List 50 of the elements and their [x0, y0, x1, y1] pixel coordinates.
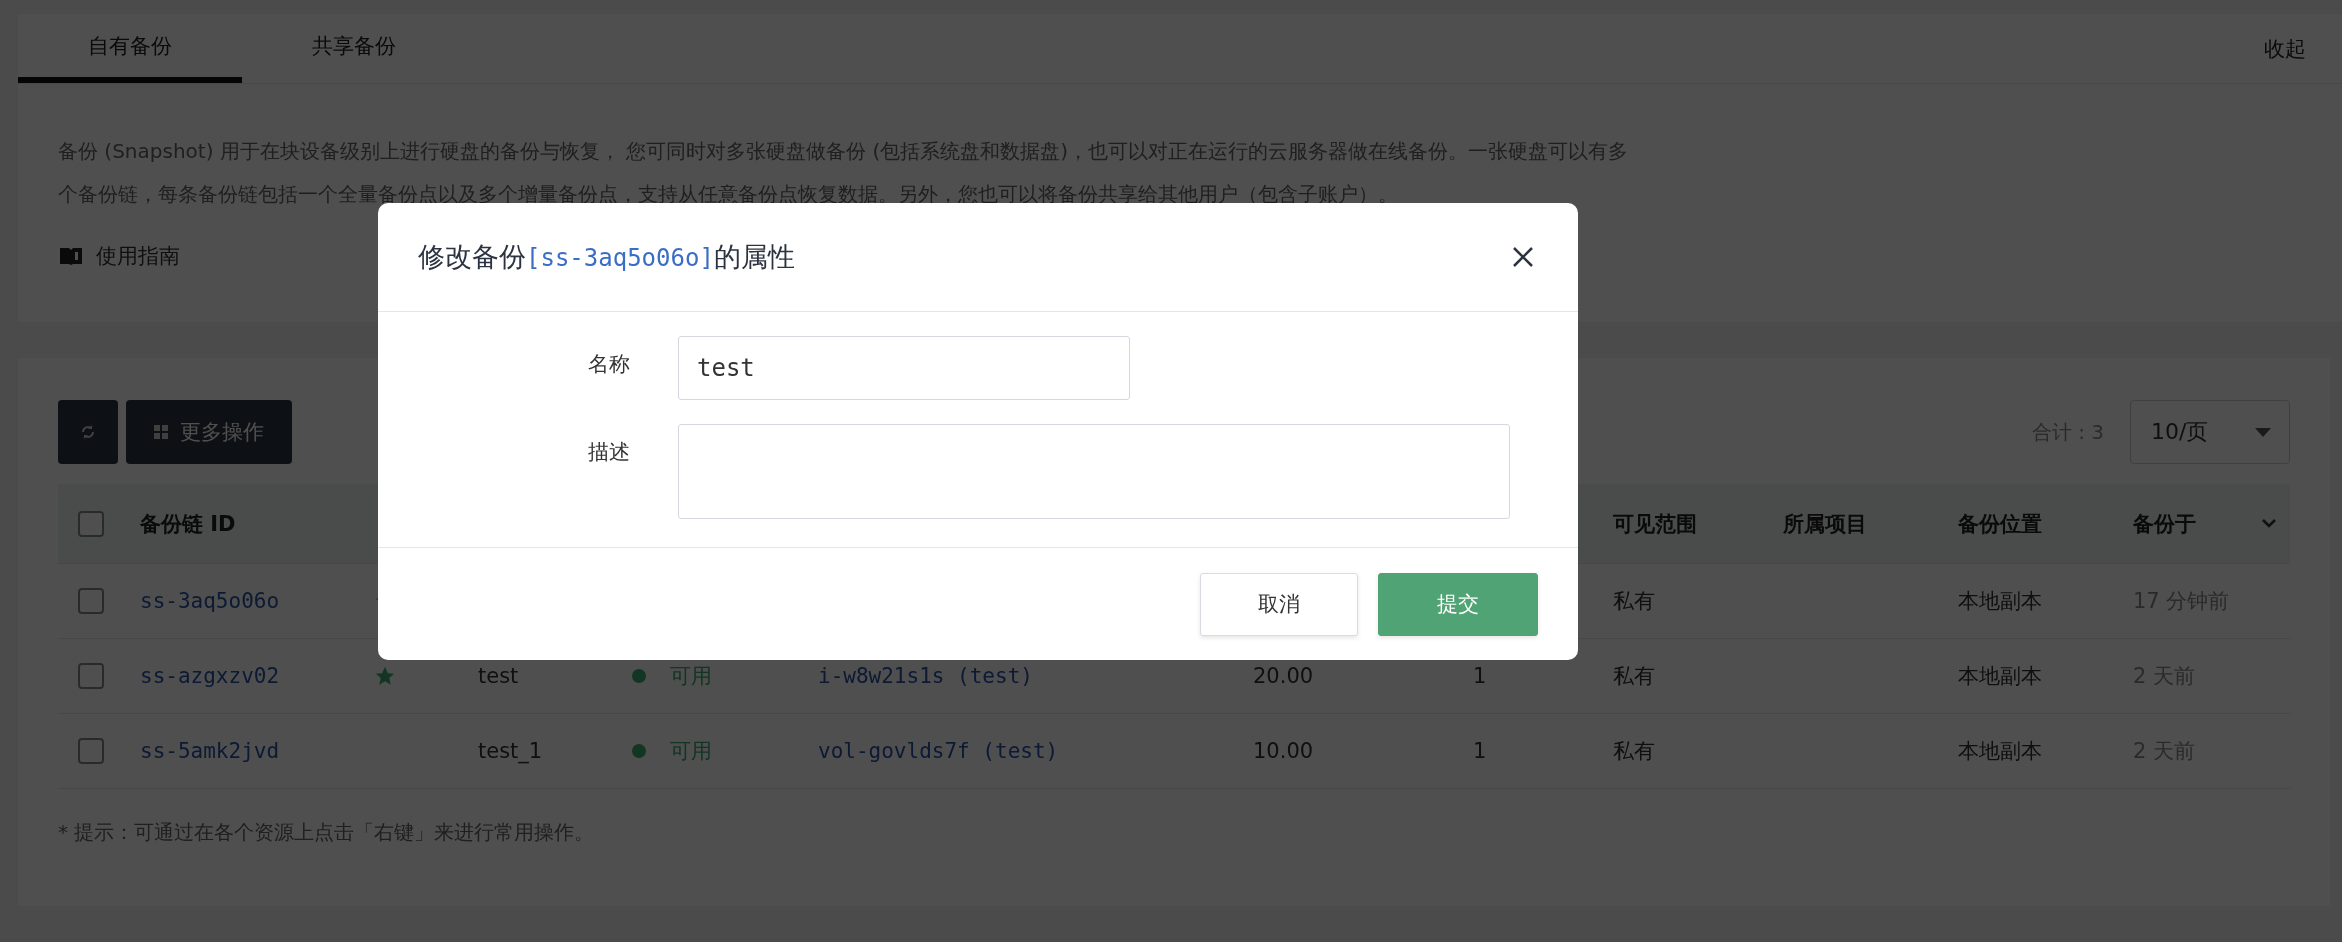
table-cell-text: 私有 — [1613, 588, 1656, 615]
checkbox[interactable] — [78, 588, 104, 614]
table-cell-text: 私有 — [1613, 738, 1656, 765]
column-header: 可见范围 — [1613, 510, 1698, 538]
field-label: 描述 — [587, 439, 630, 466]
checkbox[interactable] — [78, 738, 104, 764]
column-header: 备份位置 — [1958, 510, 2043, 538]
status-text: 可用 — [670, 663, 712, 690]
grid-icon — [154, 425, 168, 439]
status-dot — [632, 744, 646, 758]
page-size-select[interactable]: 10/页 — [2130, 400, 2290, 464]
submit-button[interactable]: 提交 — [1378, 572, 1538, 636]
backup-id-link[interactable]: ss-azgxzv02 — [140, 664, 348, 688]
table-cell-text: 私有 — [1613, 663, 1656, 690]
chevron-down-icon[interactable] — [2262, 519, 2276, 528]
column-header: 备份链 ID — [140, 510, 237, 538]
checkbox[interactable] — [78, 510, 104, 537]
name-input[interactable]: test — [678, 336, 1130, 400]
backup-id-link[interactable]: ss-3aq5o06o — [140, 589, 348, 613]
tab[interactable]: 自有备份 — [18, 14, 242, 83]
more-actions-button[interactable]: 更多操作 — [126, 400, 292, 464]
book-icon — [60, 247, 82, 265]
table-cell-text: 10.00 — [1253, 739, 1315, 763]
table-cell-text: test_1 — [478, 739, 544, 763]
description-input[interactable] — [678, 424, 1510, 519]
status-dot — [632, 669, 646, 683]
caret-icon — [2255, 427, 2271, 437]
table-cell-text: 本地副本 — [1958, 738, 2043, 765]
table-cell-text: 本地副本 — [1958, 588, 2043, 615]
table-cell-text: 1 — [1473, 739, 1488, 763]
star-icon[interactable] — [374, 665, 396, 687]
field-label: 名称 — [587, 351, 630, 378]
status-text: 可用 — [670, 738, 712, 765]
table-cell-text: 20.00 — [1253, 664, 1315, 688]
checkbox[interactable] — [78, 663, 104, 689]
refresh-icon — [80, 424, 96, 440]
column-header: 所属项目 — [1783, 510, 1868, 538]
collapse-link[interactable]: 收起 — [2264, 34, 2306, 63]
cancel-button[interactable]: 取消 — [1200, 572, 1358, 636]
tab[interactable]: 共享备份 — [242, 14, 466, 83]
table-cell-text: test — [478, 664, 520, 688]
resource-link[interactable]: i-w8w21s1s (test) — [818, 664, 1253, 688]
table-cell-text: 本地副本 — [1958, 663, 2043, 690]
guide-link[interactable]: 使用指南 — [96, 242, 180, 270]
refresh-button[interactable] — [58, 400, 118, 464]
table-cell-text: 1 — [1473, 664, 1488, 688]
dialog-title: 修改备份[ss-3aq5o06o]的属性 — [418, 240, 795, 274]
backup-id-link[interactable]: ss-5amk2jvd — [140, 739, 348, 763]
column-header: 备份于 — [2133, 510, 2196, 538]
resource-link[interactable]: vol-govlds7f (test) — [818, 739, 1253, 763]
